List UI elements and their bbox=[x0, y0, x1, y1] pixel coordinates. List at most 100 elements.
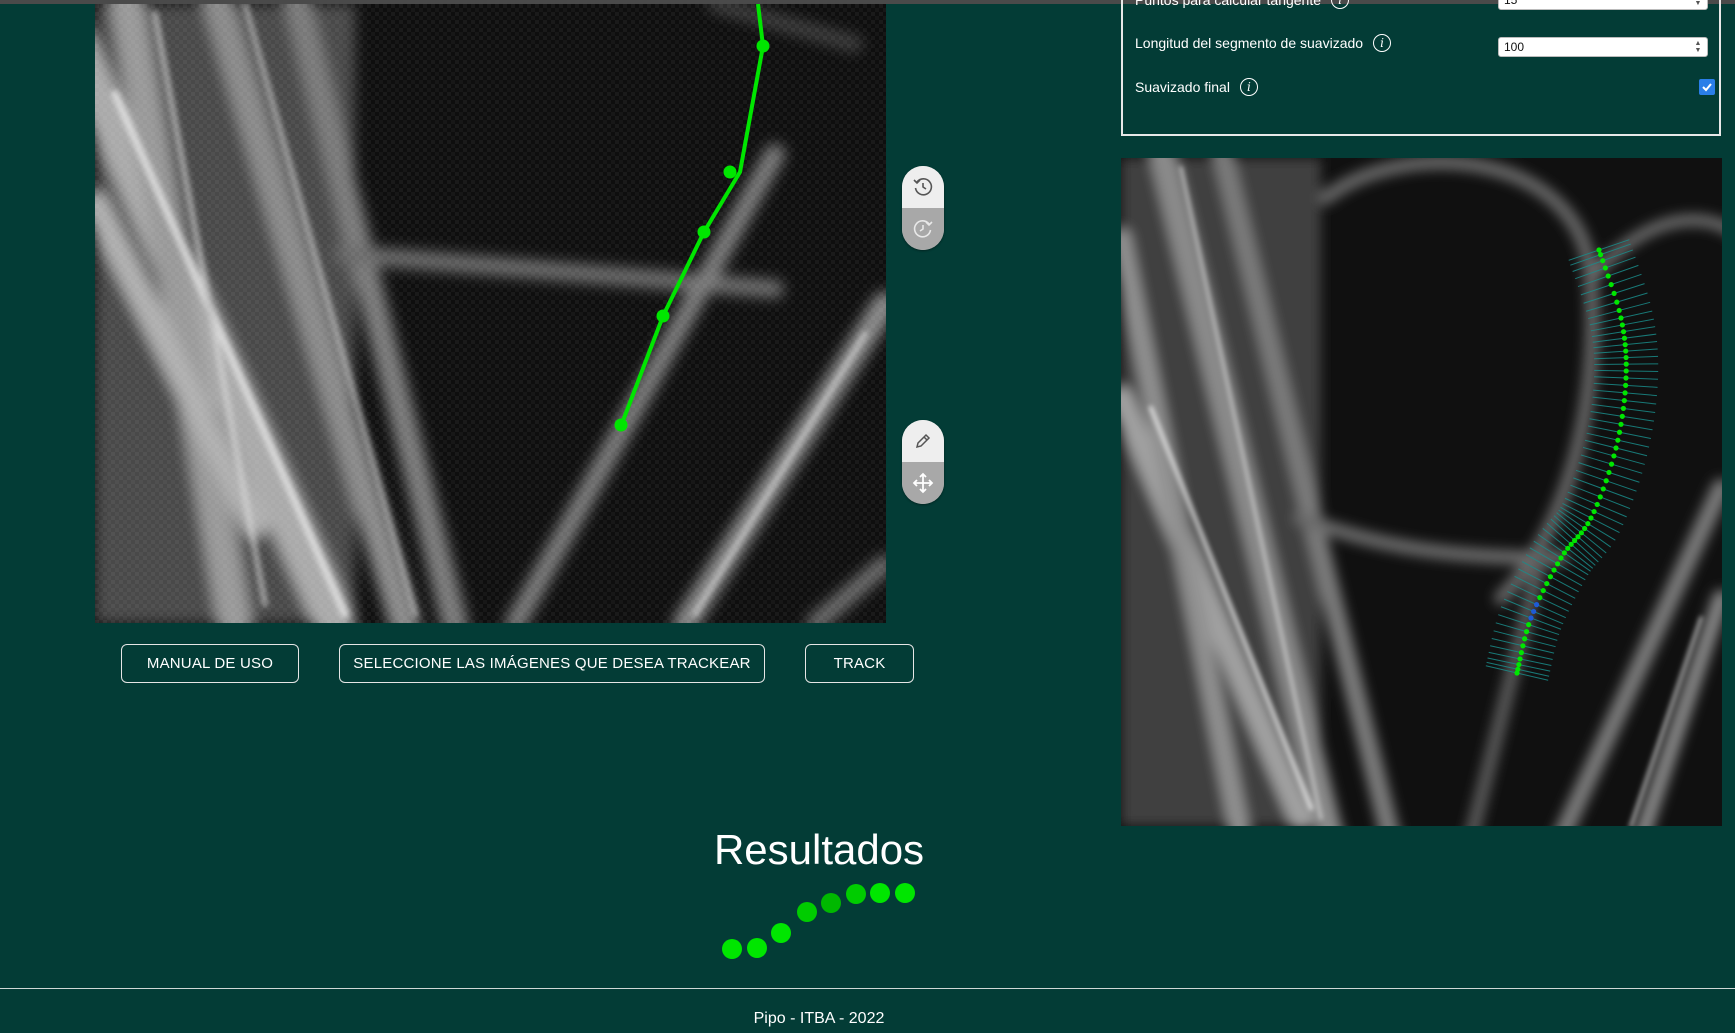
tracked-point bbox=[1623, 368, 1629, 374]
tracked-point bbox=[1533, 602, 1540, 608]
tracked-point bbox=[1554, 561, 1561, 567]
track-point[interactable] bbox=[697, 225, 711, 239]
tracked-point bbox=[1621, 335, 1628, 341]
tracked-point bbox=[1619, 413, 1625, 419]
tracked-point bbox=[1531, 608, 1537, 615]
tracked-point bbox=[1514, 670, 1520, 676]
manual-button[interactable]: MANUAL DE USO bbox=[121, 644, 299, 683]
tracked-point bbox=[1616, 429, 1623, 435]
tracking-canvas[interactable] bbox=[95, 4, 886, 623]
tracked-point bbox=[1596, 247, 1602, 253]
results-title: Resultados bbox=[713, 826, 925, 873]
tracked-point bbox=[1600, 486, 1606, 492]
checkmark-icon bbox=[1702, 83, 1712, 92]
undo-button[interactable] bbox=[902, 166, 944, 208]
tracked-point bbox=[1558, 555, 1564, 561]
tracked-point bbox=[1600, 258, 1606, 264]
tracked-point bbox=[1615, 437, 1621, 443]
loading-spinner bbox=[722, 883, 915, 959]
track-point[interactable] bbox=[756, 39, 770, 53]
footer-divider bbox=[0, 988, 1735, 989]
tracked-point bbox=[1585, 521, 1591, 527]
tracked-point bbox=[1602, 265, 1608, 271]
tracked-point bbox=[1551, 567, 1557, 573]
tracked-point bbox=[1622, 390, 1628, 396]
info-icon[interactable]: i bbox=[1373, 34, 1392, 52]
footer-text: Pipo - ITBA - 2022 bbox=[753, 1010, 885, 1027]
tracked-point bbox=[1523, 629, 1530, 635]
tracked-point bbox=[1540, 587, 1546, 594]
tracked-point bbox=[1616, 307, 1622, 314]
undo-history-icon bbox=[913, 178, 933, 196]
tracked-point bbox=[1603, 478, 1609, 484]
move-icon bbox=[912, 472, 934, 494]
tracked-point bbox=[1614, 299, 1620, 305]
draw-mode-button[interactable] bbox=[902, 420, 944, 462]
final-smoothing-row: Suavizado final i bbox=[1135, 78, 1258, 96]
tracked-point bbox=[1520, 643, 1526, 649]
tracked-point bbox=[1561, 550, 1567, 556]
tracked-point bbox=[1537, 595, 1543, 601]
tracked-point bbox=[1623, 354, 1629, 361]
tangent-points-label: Puntos para calcular tangente bbox=[1135, 0, 1322, 8]
result-canvas bbox=[1121, 158, 1722, 826]
history-controls bbox=[902, 166, 944, 250]
tracked-point bbox=[1597, 494, 1603, 500]
stepper-icon[interactable]: ▲▼ bbox=[1691, 0, 1705, 8]
smoothing-length-input[interactable]: 100 ▲ ▼ bbox=[1498, 37, 1708, 57]
tangent-points-row: Puntos para calcular tangente i bbox=[1135, 0, 1350, 9]
pencil-icon bbox=[915, 433, 931, 449]
track-point[interactable] bbox=[723, 165, 737, 179]
smoothing-length-label: Longitud del segmento de suavizado bbox=[1135, 35, 1364, 51]
tracked-point bbox=[1611, 290, 1617, 297]
tracked-point bbox=[1544, 580, 1550, 587]
tracked-point bbox=[1526, 622, 1532, 628]
smoothing-length-value: 100 bbox=[1504, 40, 1525, 54]
tracked-point bbox=[1620, 405, 1627, 412]
info-icon[interactable]: i bbox=[1239, 78, 1258, 96]
tangent-points-input[interactable]: 15 ▲▼ bbox=[1498, 0, 1708, 10]
settings-panel: Puntos para calcular tangente i 15 ▲▼ Lo… bbox=[1121, 0, 1721, 136]
move-mode-button[interactable] bbox=[902, 462, 944, 504]
tracked-point bbox=[1597, 252, 1604, 258]
tracked-point bbox=[1522, 636, 1528, 642]
tracked-point bbox=[1618, 421, 1624, 427]
tracked-point bbox=[1620, 329, 1627, 335]
stepper-icon[interactable]: ▲▼ bbox=[1691, 39, 1705, 55]
tracked-point bbox=[1588, 515, 1594, 521]
tracked-point bbox=[1619, 322, 1625, 328]
final-smoothing-label: Suavizado final bbox=[1135, 79, 1230, 95]
tracked-point bbox=[1608, 461, 1615, 467]
tracked-point bbox=[1605, 273, 1611, 279]
info-icon[interactable]: i bbox=[1331, 0, 1350, 9]
tracked-point bbox=[1623, 375, 1629, 381]
redo-button[interactable] bbox=[902, 208, 944, 250]
tracked-point bbox=[1623, 382, 1629, 388]
tracked-point bbox=[1618, 315, 1624, 321]
redo-history-icon bbox=[913, 220, 933, 238]
mode-controls bbox=[902, 420, 944, 504]
tracked-point bbox=[1622, 342, 1628, 348]
tracked-point bbox=[1613, 445, 1619, 451]
tracked-point bbox=[1516, 661, 1522, 668]
tracked-point bbox=[1594, 501, 1600, 508]
final-smoothing-checkbox[interactable] bbox=[1699, 79, 1715, 95]
tracked-point bbox=[1582, 525, 1588, 532]
track-point[interactable] bbox=[614, 418, 628, 432]
tracked-point bbox=[1591, 508, 1597, 515]
tracked-point bbox=[1621, 397, 1627, 404]
smoothing-length-row: Longitud del segmento de suavizado i bbox=[1135, 34, 1392, 52]
tangent-points-value: 15 bbox=[1504, 0, 1518, 7]
tracked-point bbox=[1608, 281, 1614, 288]
tracked-point bbox=[1528, 615, 1534, 621]
tracked-point bbox=[1623, 348, 1629, 354]
select-images-button[interactable]: SELECCIONE LAS IMÁGENES QUE DESEA TRACKE… bbox=[339, 644, 765, 683]
track-point[interactable] bbox=[656, 309, 670, 323]
tracked-point bbox=[1568, 541, 1574, 547]
tracked-point bbox=[1565, 545, 1571, 551]
track-button[interactable]: TRACK bbox=[805, 644, 914, 683]
tracked-point bbox=[1623, 361, 1629, 367]
tracked-point bbox=[1547, 574, 1554, 580]
tracked-point bbox=[1517, 656, 1523, 662]
tracked-point bbox=[1578, 530, 1584, 536]
